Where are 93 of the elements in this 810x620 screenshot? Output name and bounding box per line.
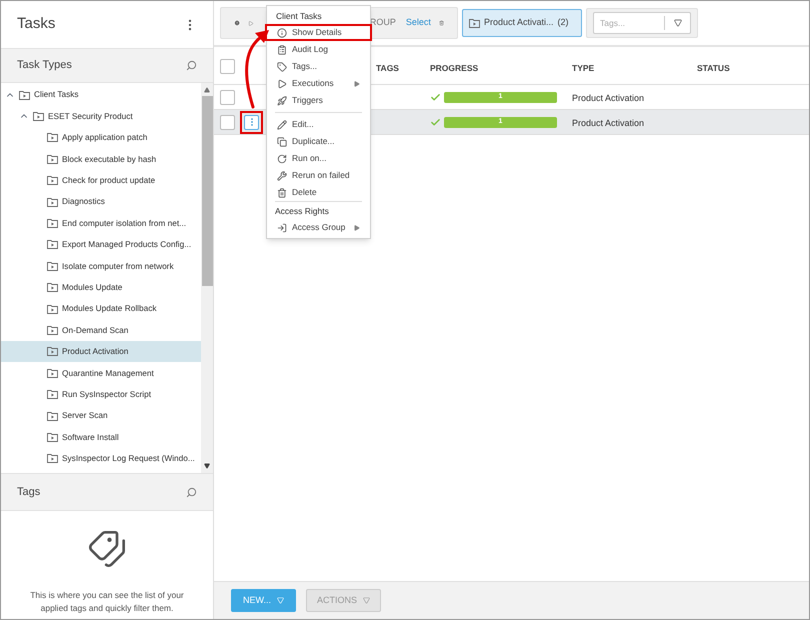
- tags-icon: [87, 529, 127, 569]
- pencil-icon: [277, 120, 287, 130]
- check-icon: [430, 92, 441, 102]
- wrench-icon: [277, 170, 287, 180]
- menu-item[interactable]: Audit Log: [265, 41, 372, 58]
- submenu-arrow-icon: [354, 224, 360, 230]
- filter-chip[interactable]: Product Activati... (2): [462, 9, 582, 37]
- column-header[interactable]: STATUS: [697, 62, 730, 72]
- tree-item[interactable]: Software Install: [1, 426, 201, 448]
- tree-item[interactable]: Modules Update: [1, 276, 201, 298]
- tree-item[interactable]: Run SysInspector Script: [1, 383, 201, 405]
- tree-item[interactable]: Quarantine Management: [1, 362, 201, 384]
- caret-icon: [277, 597, 284, 604]
- task-folder-icon: [47, 304, 58, 314]
- panel-title: Tasks: [17, 14, 56, 34]
- task-folder-icon: [47, 368, 58, 378]
- copy-icon: [277, 136, 287, 146]
- menu-item[interactable]: Show Details: [265, 24, 372, 41]
- header-checkbox[interactable]: [220, 59, 235, 74]
- submenu-arrow-icon: [354, 80, 360, 86]
- trash-icon: [277, 188, 287, 198]
- tag-icon: [277, 62, 287, 72]
- tree-item[interactable]: Server Scan: [1, 404, 201, 426]
- task-folder-icon: [19, 90, 30, 100]
- tree-item[interactable]: End computer isolation from net...: [1, 212, 201, 234]
- type-cell: Product Activation: [572, 93, 644, 103]
- tree-item[interactable]: ESET Security Product: [1, 105, 201, 127]
- tree-item[interactable]: Apply application patch: [1, 126, 201, 148]
- menu-item[interactable]: Triggers: [265, 92, 372, 109]
- column-header[interactable]: TYPE: [572, 62, 594, 72]
- column-header[interactable]: PROGRESS: [430, 62, 478, 72]
- task-folder-icon: [47, 410, 58, 421]
- task-folder-icon: [33, 111, 44, 122]
- task-folder-icon: [47, 282, 58, 292]
- task-folder-icon: [47, 154, 58, 164]
- task-folder-icon: [47, 389, 58, 400]
- menu-item[interactable]: Rerun on failed: [267, 167, 370, 184]
- empty-message: This is where you can see the list of your applied tags and quickly filter them.: [29, 589, 185, 615]
- play-icon: [277, 78, 287, 88]
- rocket-icon: [277, 96, 287, 106]
- task-folder-icon: [47, 324, 58, 335]
- tree-item[interactable]: Isolate computer from network: [1, 255, 201, 277]
- section-title: Task Types: [17, 58, 72, 74]
- task-folder-icon: [47, 175, 58, 186]
- enter-icon: [277, 222, 287, 232]
- tree-item[interactable]: Modules Update Rollback: [1, 298, 201, 320]
- check-icon: [430, 116, 441, 128]
- menu-item[interactable]: Access Group: [267, 219, 370, 236]
- info-icon: [277, 28, 287, 38]
- menu-item[interactable]: Edit...: [267, 116, 370, 133]
- menu-item[interactable]: Duplicate...: [267, 133, 370, 150]
- type-cell: Product Activation: [572, 118, 644, 128]
- chip-label: Product Activati...: [484, 16, 554, 30]
- caret-icon: [363, 597, 370, 604]
- task-folder-icon: [47, 346, 58, 356]
- scroll-up-icon[interactable]: [204, 87, 210, 93]
- tree-item[interactable]: SysInspector Log Request (Windo...: [1, 448, 201, 470]
- tree-item[interactable]: Check for product update: [1, 170, 201, 191]
- menu-item[interactable]: Delete: [267, 184, 370, 201]
- task-folder-icon: [47, 453, 58, 464]
- rotate-icon: [277, 154, 287, 164]
- column-header[interactable]: TAGS: [376, 62, 399, 72]
- search-icon[interactable]: [186, 60, 197, 71]
- menu-section-title: Access Rights: [275, 204, 330, 218]
- tags-dropdown[interactable]: Tags...: [593, 12, 691, 34]
- task-folder-icon: [47, 132, 58, 142]
- tree-item[interactable]: Product Activation: [1, 340, 201, 362]
- task-folder-icon: [47, 218, 58, 228]
- clipboard-icon: [277, 44, 287, 54]
- task-folder-icon: [47, 239, 58, 250]
- row-menu-button[interactable]: [244, 114, 259, 130]
- tree-item[interactable]: Diagnostics: [1, 190, 201, 212]
- task-folder-icon: [47, 432, 58, 442]
- row-checkbox[interactable]: [220, 114, 235, 130]
- task-folder-icon: [47, 196, 58, 207]
- menu-item[interactable]: Run on...: [267, 150, 370, 167]
- scroll-down-icon[interactable]: [204, 463, 210, 469]
- scrollbar[interactable]: [201, 83, 213, 473]
- section-title: Tags: [17, 484, 40, 500]
- row-checkbox[interactable]: [220, 90, 235, 104]
- tree-item[interactable]: On-Demand Scan: [1, 319, 201, 341]
- menu-item[interactable]: Tags...: [265, 58, 372, 75]
- caret-icon[interactable]: [674, 19, 682, 27]
- trash-icon[interactable]: [438, 18, 444, 28]
- tree-item[interactable]: Block executable by hash: [1, 148, 201, 170]
- tree-item[interactable]: Client Tasks: [1, 84, 201, 106]
- search-icon[interactable]: [186, 486, 197, 498]
- task-folder-icon: [469, 18, 480, 28]
- chip-count: (2): [558, 16, 569, 30]
- tree-item[interactable]: Export Managed Products Config...: [1, 234, 201, 256]
- menu-section-title: Client Tasks: [275, 10, 323, 23]
- scrollbar-thumb[interactable]: [202, 96, 212, 286]
- task-folder-icon: [47, 260, 58, 271]
